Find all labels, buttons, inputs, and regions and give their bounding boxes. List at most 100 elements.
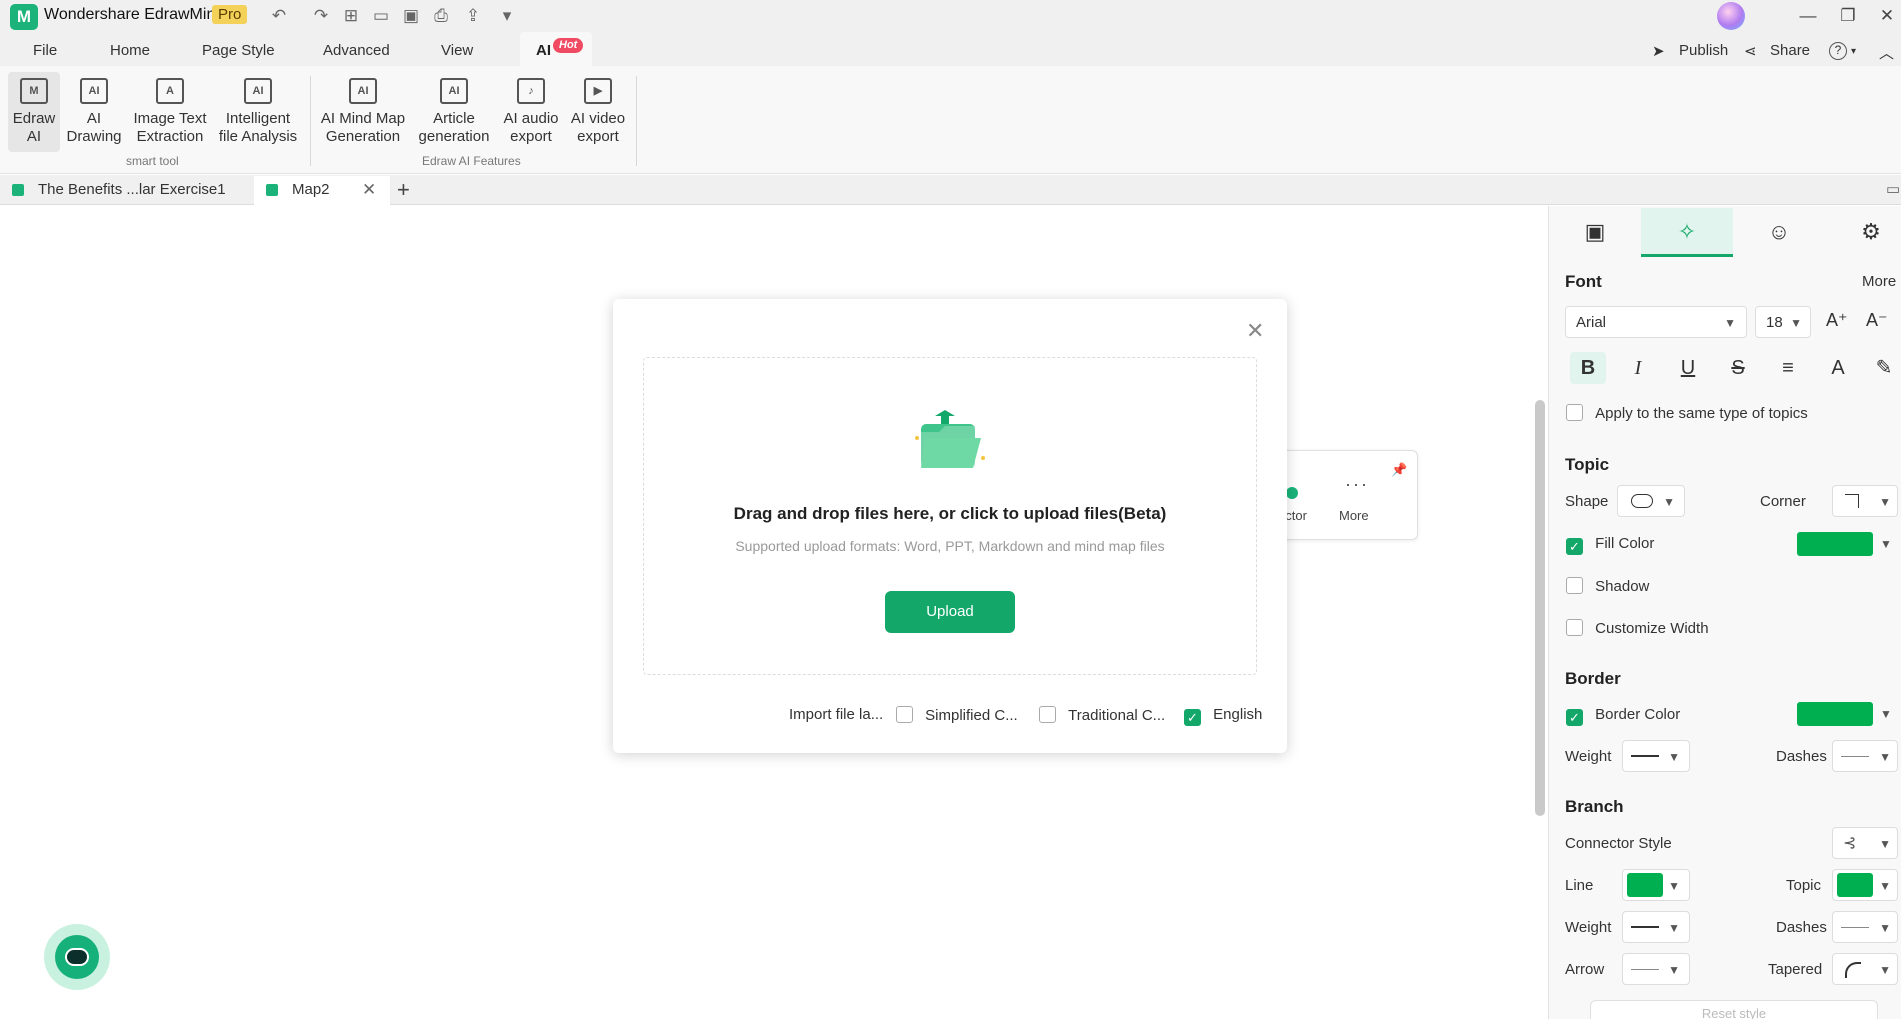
customize-toolbar-icon[interactable]: ▾: [496, 5, 518, 27]
article-generation-button[interactable]: AI Article generation: [414, 72, 494, 146]
publish-button[interactable]: Publish: [1679, 42, 1728, 59]
english-checkbox[interactable]: ✓: [1184, 709, 1201, 726]
tapered-select[interactable]: ▼: [1832, 953, 1898, 985]
upload-button[interactable]: Upload: [885, 591, 1015, 633]
ai-audio-export-button[interactable]: ♪ AI audio export: [498, 72, 564, 146]
panel-tab-style-icon[interactable]: ▣: [1549, 208, 1641, 256]
save-icon[interactable]: ▣: [400, 5, 422, 27]
font-more-link[interactable]: More: [1862, 273, 1896, 290]
image-text-extraction-button[interactable]: A Image Text Extraction: [130, 72, 210, 146]
edraw-ai-button[interactable]: M Edraw AI: [8, 72, 60, 152]
open-folder-icon[interactable]: ▭: [370, 5, 392, 27]
ai-video-export-button[interactable]: ▶ AI video export: [566, 72, 630, 146]
highlight-icon[interactable]: ✎: [1866, 352, 1901, 384]
ai-features-group-label: Edraw AI Features: [422, 154, 521, 168]
tab-map2[interactable]: Map2: [266, 175, 330, 205]
font-color-icon[interactable]: A: [1820, 352, 1856, 384]
app-name: Wondershare EdrawMind: [44, 6, 225, 23]
panel-tab-marker-icon[interactable]: ☺: [1733, 208, 1825, 256]
font-size-select[interactable]: 18 ▼: [1755, 306, 1811, 338]
vertical-scrollbar[interactable]: [1535, 400, 1545, 816]
border-color-option[interactable]: ✓ Border Color: [1566, 706, 1680, 726]
close-window-icon[interactable]: ✕: [1872, 4, 1901, 28]
menu-advanced[interactable]: Advanced: [323, 42, 390, 59]
italic-icon[interactable]: I: [1620, 352, 1656, 384]
chevron-down-icon[interactable]: ▼: [1880, 537, 1892, 551]
share-button[interactable]: Share: [1770, 42, 1810, 59]
customize-width-checkbox[interactable]: [1566, 619, 1583, 636]
fill-color-option[interactable]: ✓ Fill Color: [1566, 535, 1654, 555]
connector-style-icon: ⊰: [1843, 835, 1857, 852]
publish-icon[interactable]: ➤: [1652, 42, 1665, 60]
ai-mindmap-label: AI Mind Map Generation: [320, 110, 406, 145]
simplified-chinese-option[interactable]: Simplified C...: [896, 706, 1018, 724]
menu-file[interactable]: File: [33, 42, 57, 59]
fill-color-swatch[interactable]: [1797, 532, 1873, 556]
branch-dashes-select[interactable]: ▼: [1832, 911, 1898, 943]
corner-select[interactable]: ▼: [1832, 485, 1898, 517]
help-dropdown-icon[interactable]: ▾: [1851, 46, 1856, 57]
file-analysis-button[interactable]: AI Intelligent file Analysis: [215, 72, 301, 146]
more-icon[interactable]: ···: [1345, 474, 1369, 495]
branch-weight-select[interactable]: ▼: [1622, 911, 1690, 943]
ai-mindmap-generation-button[interactable]: AI AI Mind Map Generation: [318, 72, 408, 146]
reset-style-button[interactable]: Reset style: [1590, 1000, 1878, 1019]
strikethrough-icon[interactable]: S: [1720, 352, 1756, 384]
menu-page-style[interactable]: Page Style: [202, 42, 275, 59]
minimize-icon[interactable]: —: [1793, 4, 1823, 28]
menu-home[interactable]: Home: [110, 42, 150, 59]
chevron-down-icon: ▼: [1879, 837, 1891, 851]
menu-view[interactable]: View: [441, 42, 473, 59]
shadow-option[interactable]: Shadow: [1566, 577, 1649, 595]
connector-style-select[interactable]: ⊰ ▼: [1832, 827, 1898, 859]
panel-tab-theme-icon[interactable]: ⚙: [1825, 208, 1901, 256]
english-option[interactable]: ✓ English: [1184, 706, 1262, 726]
bold-icon[interactable]: B: [1570, 352, 1606, 384]
underline-icon[interactable]: U: [1670, 352, 1706, 384]
simplified-chinese-checkbox[interactable]: [896, 706, 913, 723]
shadow-checkbox[interactable]: [1566, 577, 1583, 594]
help-icon[interactable]: ?: [1829, 42, 1847, 60]
close-dialog-icon[interactable]: ✕: [1246, 318, 1264, 344]
tab-benefits[interactable]: The Benefits ...lar Exercise1: [12, 175, 226, 205]
close-tab-icon[interactable]: ✕: [362, 175, 376, 205]
border-color-checkbox[interactable]: ✓: [1566, 709, 1583, 726]
user-avatar[interactable]: [1717, 2, 1745, 30]
undo-icon[interactable]: ↶: [268, 5, 290, 27]
decrease-font-icon[interactable]: A⁻: [1866, 310, 1888, 331]
more-label[interactable]: More: [1339, 508, 1369, 523]
robot-icon: [65, 948, 89, 966]
traditional-chinese-option[interactable]: Traditional C...: [1039, 706, 1165, 724]
collapse-ribbon-icon[interactable]: ︿: [1879, 42, 1894, 63]
arrow-select[interactable]: ▼: [1622, 953, 1690, 985]
branch-topic-color-select[interactable]: ▼: [1832, 869, 1898, 901]
line-color-select[interactable]: ▼: [1622, 869, 1690, 901]
traditional-chinese-checkbox[interactable]: [1039, 706, 1056, 723]
border-dashes-select[interactable]: ▼: [1832, 740, 1898, 772]
restore-icon[interactable]: ❐: [1833, 4, 1863, 28]
shape-select[interactable]: ▼: [1617, 485, 1685, 517]
border-color-swatch[interactable]: [1797, 702, 1873, 726]
font-family-select[interactable]: Arial ▼: [1565, 306, 1747, 338]
print-icon[interactable]: ⎙: [430, 5, 452, 27]
connector-icon[interactable]: [1286, 487, 1298, 499]
pin-icon[interactable]: 📌: [1391, 462, 1407, 478]
align-icon[interactable]: ≡: [1770, 352, 1806, 384]
ai-drawing-button[interactable]: AI AI Drawing: [64, 72, 124, 146]
new-file-icon[interactable]: ⊞: [340, 5, 362, 27]
article-generation-icon: AI: [440, 78, 468, 104]
new-tab-icon[interactable]: +: [397, 175, 410, 205]
panel-tab-ai-icon[interactable]: ✧: [1641, 208, 1733, 256]
increase-font-icon[interactable]: A⁺: [1826, 310, 1848, 331]
share-icon[interactable]: ⋖: [1744, 42, 1757, 60]
apply-same-type-checkbox[interactable]: [1566, 404, 1583, 421]
export-icon[interactable]: ⇪: [462, 5, 484, 27]
border-weight-select[interactable]: ▼: [1622, 740, 1690, 772]
chevron-down-icon[interactable]: ▼: [1880, 707, 1892, 721]
menu-ai[interactable]: AI: [536, 42, 551, 59]
redo-icon[interactable]: ↷: [310, 5, 332, 27]
customize-width-option[interactable]: Customize Width: [1566, 619, 1709, 637]
fill-color-checkbox[interactable]: ✓: [1566, 538, 1583, 555]
apply-same-type-option[interactable]: Apply to the same type of topics: [1566, 404, 1808, 422]
panel-toggle-icon[interactable]: ▭: [1886, 175, 1900, 205]
